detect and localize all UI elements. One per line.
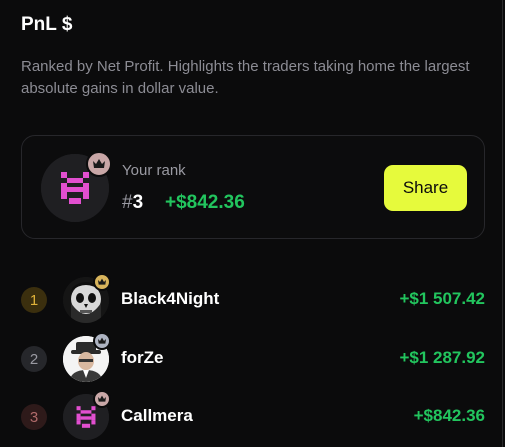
- page-title: PnL $: [21, 14, 73, 35]
- trader-name[interactable]: forZe: [121, 348, 164, 368]
- position-badge: 3: [21, 404, 47, 430]
- trader-pnl: +$1 507.42: [399, 289, 485, 308]
- pnl-leaderboard-panel: PnL $ Ranked by Net Profit. Highlights t…: [0, 0, 503, 447]
- your-rank-label: Your rank: [122, 162, 186, 179]
- crown-icon: [93, 332, 111, 350]
- trader-name[interactable]: Callmera: [121, 406, 193, 426]
- leaderboard-row[interactable]: 1 Black4Night +$1 507.42: [21, 271, 485, 327]
- crown-icon: [93, 390, 111, 408]
- leaderboard-row[interactable]: 2 forZe +$1 287.92: [21, 330, 485, 386]
- trader-pnl: +$842.36: [413, 406, 485, 425]
- crown-icon: [86, 151, 112, 177]
- your-rank-amount: +$842.36: [165, 192, 245, 213]
- rank-hash: #: [122, 192, 133, 213]
- your-rank-number: #3: [122, 192, 143, 214]
- share-button[interactable]: Share: [384, 165, 467, 211]
- rank-value: 3: [132, 192, 144, 213]
- position-badge: 1: [21, 287, 47, 313]
- leaderboard-row[interactable]: 3 Callmera +$842.36: [21, 388, 485, 444]
- position-badge: 2: [21, 346, 47, 372]
- your-rank-card: Your rank #3 +$842.36 Share: [21, 135, 485, 239]
- trader-pnl: +$1 287.92: [399, 348, 485, 367]
- trader-name[interactable]: Black4Night: [121, 289, 219, 309]
- page-description: Ranked by Net Profit. Highlights the tra…: [21, 58, 470, 97]
- crown-icon: [93, 273, 111, 291]
